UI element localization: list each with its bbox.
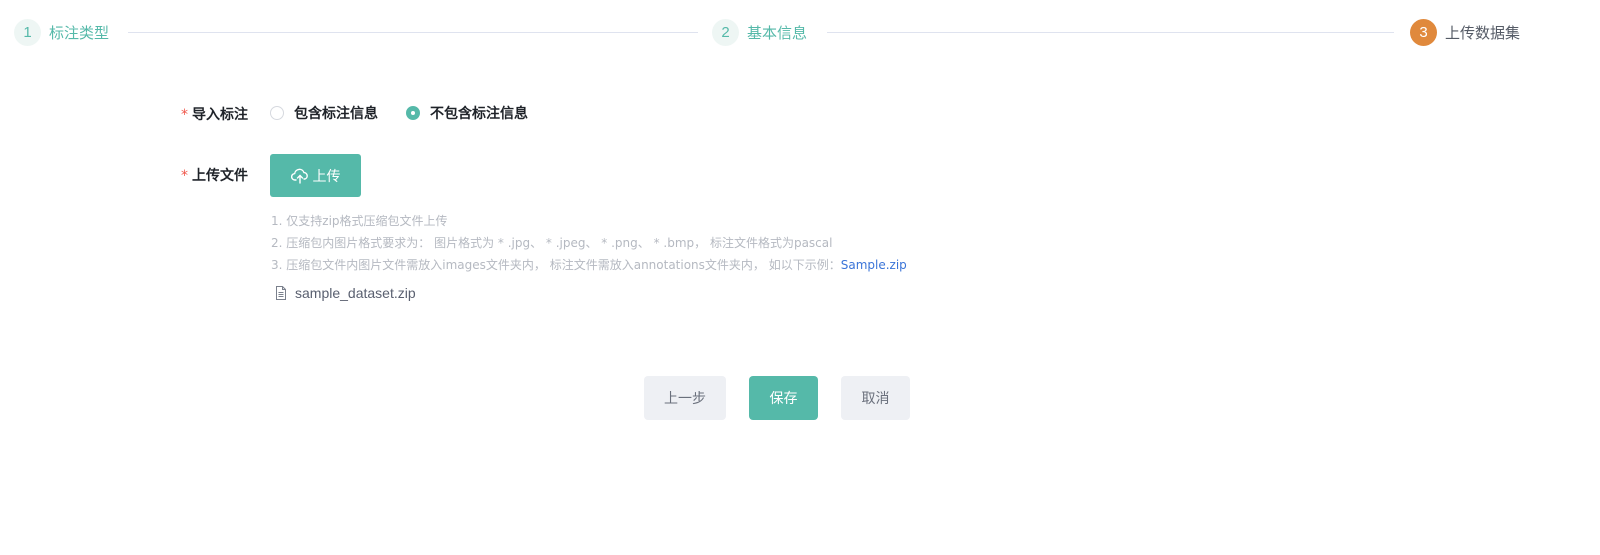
radio-label: 包含标注信息 — [294, 106, 378, 122]
upload-label-text: 上传文件 — [192, 168, 248, 184]
step-title: 上传数据集 — [1445, 23, 1521, 42]
sample-zip-link[interactable]: Sample.zip — [841, 258, 907, 272]
cloud-upload-icon — [290, 168, 308, 184]
step-title: 标注类型 — [49, 23, 110, 42]
previous-step-button[interactable]: 上一步 — [644, 376, 726, 420]
required-mark: * — [181, 107, 188, 123]
cancel-button[interactable]: 取消 — [841, 376, 910, 420]
uploaded-file-name: sample_dataset.zip — [295, 285, 416, 301]
step-annotation-type[interactable]: 1 标注类型 — [14, 17, 109, 47]
import-annotation-label: * 导入标注 — [181, 104, 248, 124]
document-icon — [276, 286, 286, 300]
radio-circle[interactable] — [406, 106, 420, 120]
tip-line-1: 1. 仅支持zip格式压缩包文件上传 — [271, 214, 448, 228]
steps-bar: 1 标注类型 2 基本信息 3 上传数据集 — [14, 17, 1574, 47]
upload-button[interactable]: 上传 — [270, 154, 361, 197]
radio-circle[interactable] — [270, 106, 284, 120]
radio-label: 不包含标注信息 — [430, 106, 528, 122]
upload-file-label: * 上传文件 — [181, 165, 248, 185]
radio-include-annotation[interactable]: 包含标注信息 — [270, 103, 378, 123]
step-connector — [128, 32, 698, 33]
upload-tips: 1. 仅支持zip格式压缩包文件上传 2. 压缩包内图片格式要求为： 图片格式为… — [271, 210, 907, 276]
step-title: 基本信息 — [747, 23, 808, 42]
step-upload-dataset[interactable]: 3 上传数据集 — [1410, 17, 1520, 47]
step-connector — [827, 32, 1394, 33]
required-mark: * — [181, 168, 188, 184]
tip-line-3: 3. 压缩包文件内图片文件需放入images文件夹内， 标注文件需放入annot… — [271, 254, 907, 276]
step-number: 3 — [1410, 18, 1437, 46]
radio-exclude-annotation[interactable]: 不包含标注信息 — [406, 103, 528, 123]
save-button[interactable]: 保存 — [749, 376, 818, 420]
tip-line-3-text: 3. 压缩包文件内图片文件需放入images文件夹内， 标注文件需放入annot… — [271, 258, 841, 272]
import-annotation-radio-group: 包含标注信息 不包含标注信息 — [270, 103, 556, 123]
upload-dataset-page: 1 标注类型 2 基本信息 3 上传数据集 * 导入标注 包含标注信息 不包含标注… — [0, 0, 1600, 555]
uploaded-file-item[interactable]: sample_dataset.zip — [275, 284, 416, 302]
tip-line-2: 2. 压缩包内图片格式要求为： 图片格式为 * .jpg、 * .jpeg、 *… — [271, 236, 833, 250]
upload-button-label: 上传 — [312, 168, 341, 185]
step-basic-info[interactable]: 2 基本信息 — [712, 17, 807, 47]
step-number: 2 — [712, 18, 739, 46]
import-label-text: 导入标注 — [192, 107, 248, 123]
step-number: 1 — [14, 18, 41, 46]
